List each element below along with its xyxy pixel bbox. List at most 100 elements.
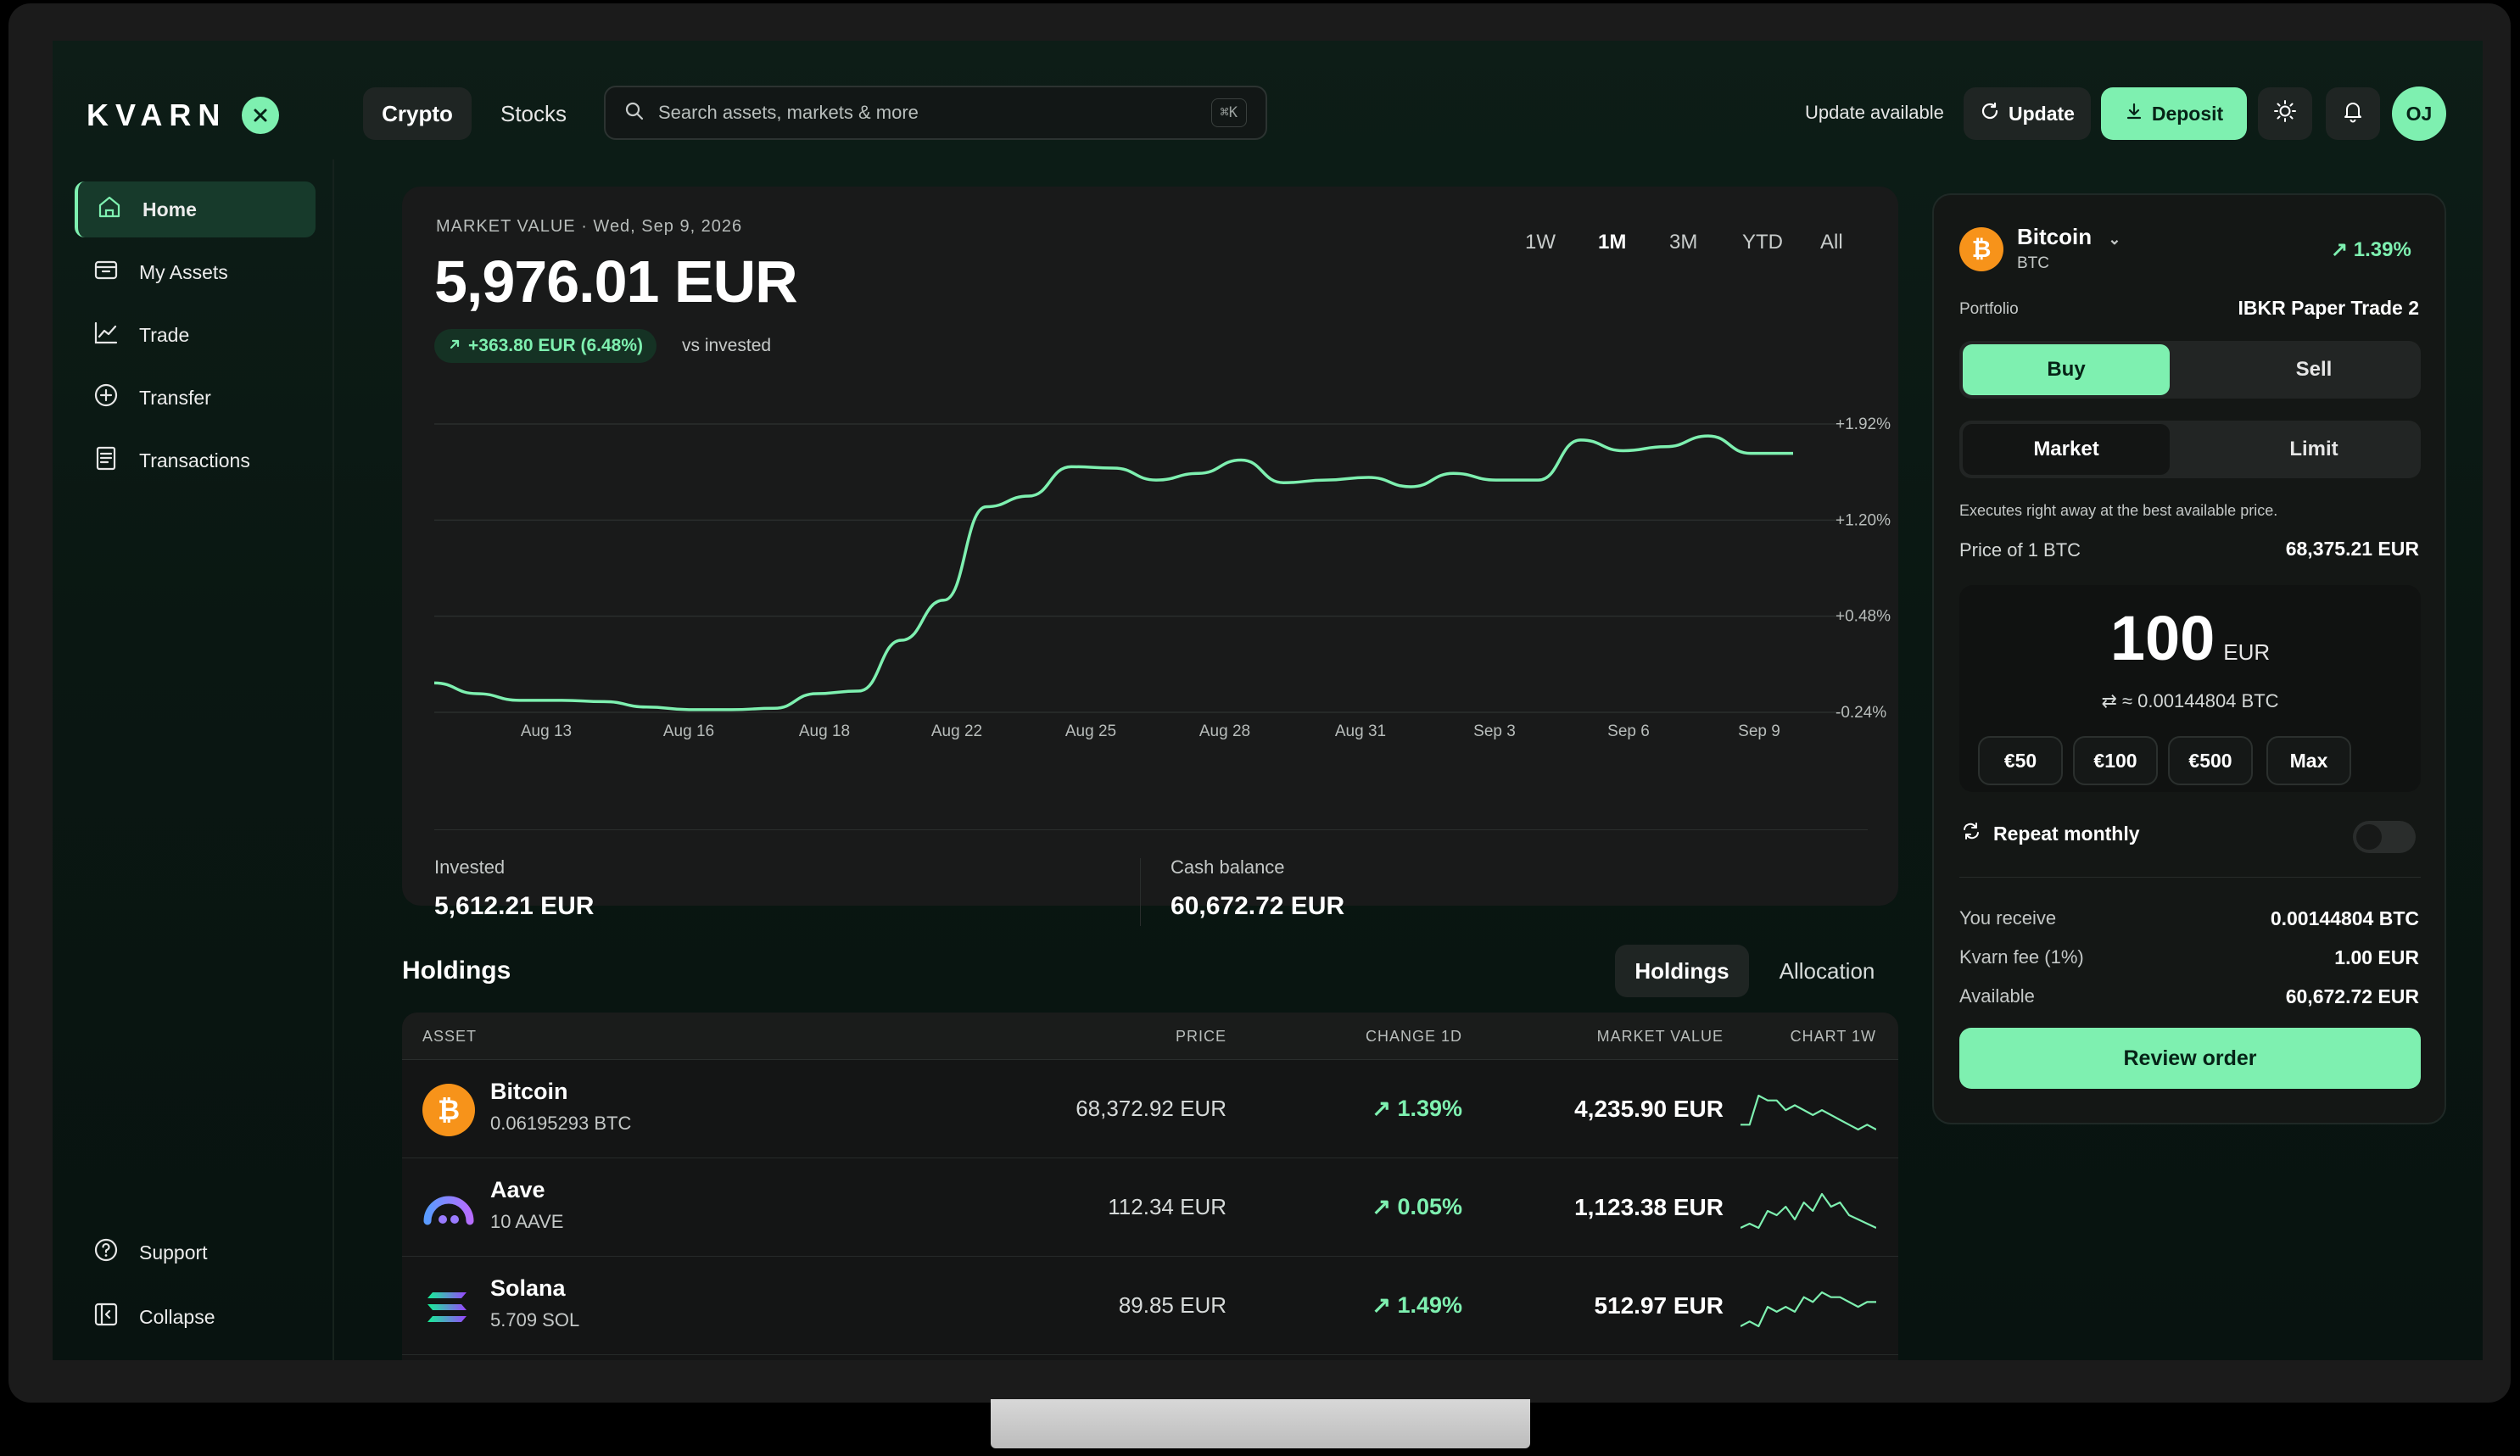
market-order-button[interactable]: Market: [1963, 424, 2170, 475]
help-icon: [92, 1236, 120, 1269]
update-available-text: Update available: [1805, 102, 1944, 123]
svg-text:₿: ₿: [438, 1095, 460, 1125]
bitcoin-icon: ₿: [1959, 227, 2003, 271]
gain-value: +363.80 EUR (6.48%): [468, 336, 644, 355]
update-button[interactable]: Update: [1964, 87, 2091, 140]
sparkline-path: [1741, 1192, 1876, 1230]
toggle-knob: [2356, 824, 2382, 850]
buy-button[interactable]: Buy: [1963, 344, 2170, 395]
download-icon: [2125, 102, 2143, 126]
solana-icon: [422, 1280, 475, 1333]
asset-name: Aave: [490, 1177, 545, 1202]
asset-change: ↗ 1.39%: [1372, 1096, 1462, 1122]
tab-stocks[interactable]: Stocks: [483, 87, 584, 140]
x-tick-label: Aug 13: [521, 722, 572, 740]
sidebar-item-home[interactable]: Home: [75, 181, 316, 237]
theme-toggle-button[interactable]: [2258, 87, 2312, 140]
sidebar-item-transfer[interactable]: Transfer: [75, 370, 316, 426]
asset-market-value: 4,235.90 EUR: [1574, 1096, 1724, 1122]
column-chart: CHART 1W: [1790, 1028, 1876, 1045]
price-label: Price of 1 BTC: [1959, 539, 2081, 561]
sidebar-item-collapse[interactable]: Collapse: [75, 1289, 316, 1345]
range-ytd[interactable]: YTD: [1742, 231, 1783, 254]
sparkline: [1741, 1291, 1876, 1328]
range-1w[interactable]: 1W: [1525, 231, 1556, 254]
notifications-button[interactable]: [2326, 87, 2380, 140]
logo-close-icon: [242, 97, 280, 134]
arrow-up-right-icon: ↗: [1372, 1096, 1398, 1121]
preset-100-button[interactable]: €100: [2073, 736, 2158, 785]
market-value-amount: 5,976.01 EUR: [434, 248, 798, 315]
preset-max-button[interactable]: Max: [2266, 736, 2351, 785]
market-value-card: MARKET VALUE · Wed, Sep 9, 2026 5,976.01…: [402, 187, 1898, 926]
portfolio-selector[interactable]: IBKR Paper Trade 2: [2238, 297, 2419, 320]
y-tick-label: +1.92%: [1836, 416, 1891, 433]
amount-conversion: ⇄ ≈ 0.00144804 BTC: [1959, 690, 2421, 712]
avatar[interactable]: OJ: [2392, 86, 2446, 141]
you-receive-label: You receive: [1959, 907, 2057, 929]
y-tick-label: +1.20%: [1836, 511, 1891, 529]
asset-selector[interactable]: Bitcoin ⌄: [2017, 224, 2120, 250]
logo-text: KVARN: [87, 98, 227, 132]
asset-ticker: BTC: [2017, 254, 2049, 272]
search-input[interactable]: Search assets, markets & more ⌘K: [604, 86, 1267, 140]
search-icon: [624, 101, 645, 126]
limit-order-button[interactable]: Limit: [2210, 424, 2417, 475]
monitor-stand: [991, 1399, 1530, 1448]
preset-500-button[interactable]: €500: [2168, 736, 2253, 785]
asset-price: 112.34 EUR: [1108, 1194, 1226, 1219]
table-header: ASSET PRICE CHANGE 1D MARKET VALUE CHART…: [402, 1013, 1898, 1060]
y-tick-label: +0.48%: [1836, 608, 1891, 626]
execution-note: Executes right away at the best availabl…: [1959, 502, 2278, 519]
collapse-icon: [92, 1300, 120, 1334]
aave-icon: [422, 1182, 475, 1235]
tab-allocation[interactable]: Allocation: [1759, 945, 1895, 997]
vs-invested-label: vs invested: [682, 336, 772, 355]
table-row[interactable]: ₿ Bitcoin 0.06195293 BTC 68,372.92 EUR ↗…: [402, 1060, 1898, 1158]
swap-icon: ⇄: [2101, 690, 2122, 711]
sidebar-item-label: Support: [139, 1241, 208, 1264]
sidebar-item-label: Trade: [139, 323, 190, 346]
you-receive-value: 0.00144804 BTC: [2270, 907, 2419, 929]
sparkline-path: [1741, 1094, 1876, 1131]
table-row[interactable]: Aave 10 AAVE 112.34 EUR ↗ 0.05% 1,123.38…: [402, 1158, 1898, 1257]
x-tick-label: Sep 3: [1473, 722, 1516, 740]
repeat-text: Repeat monthly: [1993, 822, 2140, 845]
app-screen: KVARN Crypto Stocks Search assets, marke…: [53, 41, 2483, 1360]
search-shortcut: ⌘K: [1210, 98, 1247, 127]
holdings-table: ASSET PRICE CHANGE 1D MARKET VALUE CHART…: [402, 1013, 1898, 1360]
sidebar-item-label: Home: [142, 198, 197, 220]
sidebar-item-transactions[interactable]: Transactions: [75, 432, 316, 488]
sidebar-item-my-assets[interactable]: My Assets: [75, 244, 316, 300]
range-all[interactable]: All: [1820, 231, 1843, 254]
column-asset: ASSET: [422, 1028, 478, 1045]
deposit-button[interactable]: Deposit: [2101, 87, 2247, 140]
range-3m[interactable]: 3M: [1669, 231, 1697, 254]
arrow-up-right-icon: [448, 336, 461, 356]
amount-input[interactable]: 100 EUR ⇄ ≈ 0.00144804 BTC €50 €100 €500 …: [1959, 585, 2421, 792]
amount-value: 100: [2109, 603, 2215, 673]
sidebar-divider: [332, 159, 334, 1360]
asset-name: Bitcoin: [2017, 224, 2093, 249]
market-value-label: MARKET VALUE: [436, 217, 576, 236]
side-switch: Buy Sell: [1959, 341, 2421, 399]
range-1m[interactable]: 1M: [1598, 231, 1626, 254]
x-tick-label: Aug 16: [663, 722, 714, 740]
tab-crypto[interactable]: Crypto: [363, 87, 472, 140]
preset-50-button[interactable]: €50: [1978, 736, 2063, 785]
repeat-monthly-toggle[interactable]: [2353, 821, 2416, 853]
arrow-up-right-icon: ↗: [1372, 1292, 1398, 1318]
trend-icon: [92, 318, 120, 352]
sidebar-item-trade[interactable]: Trade: [75, 307, 316, 363]
change-value: 1.39%: [2353, 238, 2411, 261]
app-logo[interactable]: KVARN: [87, 97, 280, 134]
y-tick-label: -0.24%: [1836, 704, 1886, 722]
sidebar-item-label: Transactions: [139, 449, 250, 471]
review-order-button[interactable]: Review order: [1959, 1028, 2421, 1089]
cash-balance-label: Cash balance: [1171, 856, 1285, 878]
table-row[interactable]: Solana 5.709 SOL 89.85 EUR ↗ 1.49% 512.9…: [402, 1257, 1898, 1355]
tab-holdings[interactable]: Holdings: [1615, 945, 1749, 997]
sell-button[interactable]: Sell: [2210, 344, 2417, 395]
sidebar-item-support[interactable]: Support: [75, 1224, 316, 1280]
summary-divider: [1959, 877, 2421, 878]
